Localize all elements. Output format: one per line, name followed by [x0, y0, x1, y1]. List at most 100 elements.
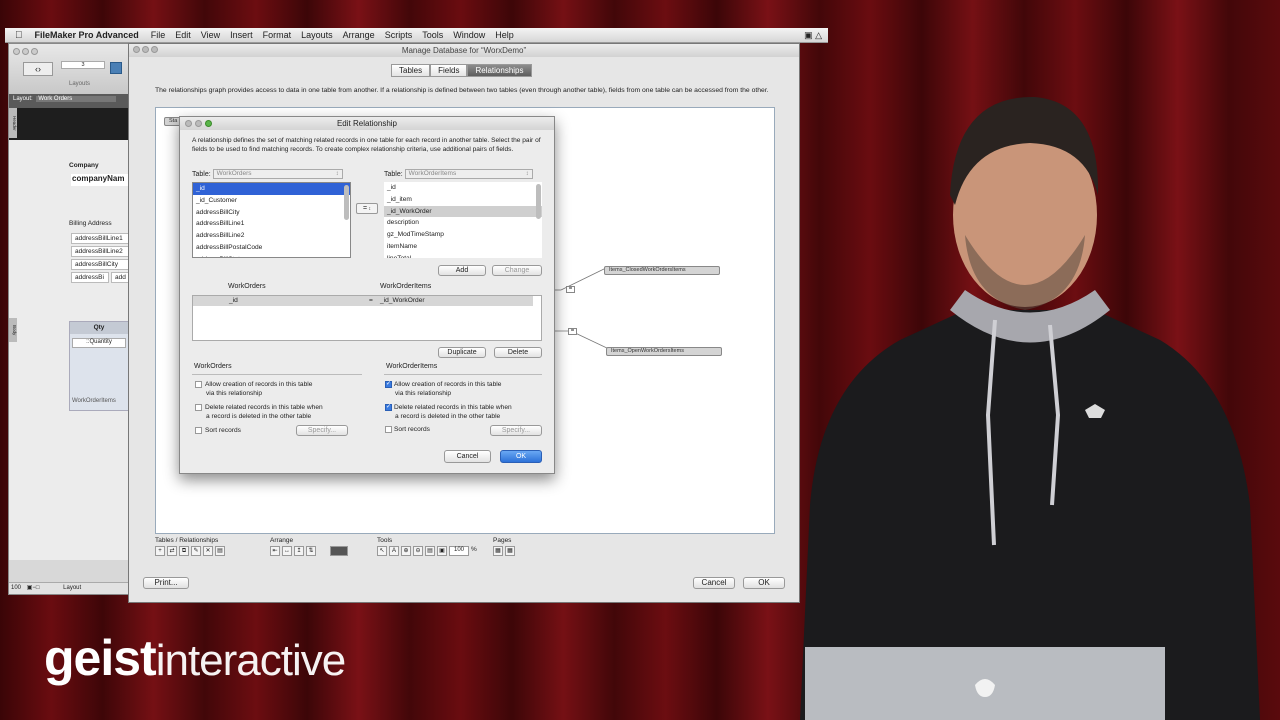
align-center-icon[interactable]: ↔	[282, 546, 292, 556]
duplicate-icon[interactable]: ⧉	[179, 546, 189, 556]
distribute-icon[interactable]: ⇅	[306, 546, 316, 556]
menu-format[interactable]: Format	[263, 30, 292, 40]
list-item[interactable]: lineTotal	[384, 253, 542, 258]
zoom-field[interactable]: 100	[449, 546, 469, 556]
list-item[interactable]: itemName	[384, 241, 542, 253]
ok-button[interactable]: OK	[743, 577, 785, 589]
page-breaks-icon[interactable]: ▦	[505, 546, 515, 556]
pointer-icon[interactable]: ↖	[377, 546, 387, 556]
table-occurrence-open-items[interactable]: Items_OpenWorkOrdersItems	[606, 347, 722, 356]
right-sort-checkbox[interactable]	[385, 426, 392, 433]
note-icon[interactable]: ▤	[215, 546, 225, 556]
delete-button[interactable]: Delete	[494, 347, 542, 358]
zoom-in-icon[interactable]: ⊕	[401, 546, 411, 556]
duplicate-button[interactable]: Duplicate	[438, 347, 486, 358]
list-item[interactable]: _id_item	[384, 194, 542, 206]
align-left-icon[interactable]: ⇤	[270, 546, 280, 556]
relationship-icon[interactable]: =	[566, 286, 575, 293]
quantity-field[interactable]: ::Quantity	[72, 338, 126, 348]
collapse-icon[interactable]: ▤	[425, 546, 435, 556]
left-field-list[interactable]: _id _id_Customer addressBillCity address…	[192, 182, 351, 258]
menu-window[interactable]: Window	[453, 30, 485, 40]
change-button[interactable]: Change	[492, 265, 542, 276]
tab-relationships[interactable]: Relationships	[467, 64, 532, 77]
zoom-out-icon[interactable]: ⊖	[413, 546, 423, 556]
relationship-pairs-table[interactable]: _id = _id_WorkOrder	[192, 295, 542, 341]
print-button[interactable]: Print...	[143, 577, 189, 589]
scrollbar[interactable]	[536, 184, 541, 219]
address-line2-field[interactable]: addressBillLine2	[71, 246, 129, 257]
minimize-icon[interactable]	[195, 120, 202, 127]
left-allow-create-checkbox[interactable]	[195, 381, 202, 388]
right-field-list[interactable]: _id _id_item _id_WorkOrder description g…	[384, 182, 542, 258]
address-line1-field[interactable]: addressBillLine1	[71, 233, 129, 244]
text-icon[interactable]: A	[389, 546, 399, 556]
menu-file[interactable]: File	[151, 30, 166, 40]
cancel-button[interactable]: Cancel	[693, 577, 735, 589]
menu-insert[interactable]: Insert	[230, 30, 253, 40]
portal[interactable]: Qty ::Quantity WorkOrderItems	[69, 321, 129, 411]
layout-selector[interactable]: Work Orders	[36, 96, 117, 102]
menu-tools[interactable]: Tools	[422, 30, 443, 40]
color-swatch-icon[interactable]	[330, 546, 348, 556]
left-table-select[interactable]: WorkOrders	[212, 169, 343, 179]
tab-tables[interactable]: Tables	[391, 64, 431, 77]
list-item[interactable]: addressBillLine2	[193, 230, 350, 242]
list-item[interactable]: gz_ModTimeStamp	[384, 229, 542, 241]
fit-icon[interactable]: ▣	[437, 546, 447, 556]
list-item[interactable]: description	[384, 217, 542, 229]
new-record-icon[interactable]	[110, 62, 122, 74]
zoom-icon[interactable]	[205, 120, 212, 127]
add-button[interactable]: Add	[438, 265, 486, 276]
add-relationship-icon[interactable]: ⇄	[167, 546, 177, 556]
relationship-icon[interactable]: =	[568, 328, 577, 335]
list-item[interactable]: addressBillCity	[193, 207, 350, 219]
delete-icon[interactable]: ✕	[203, 546, 213, 556]
menu-arrange[interactable]: Arrange	[343, 30, 375, 40]
zoom-level[interactable]: 100	[11, 585, 21, 591]
list-item[interactable]: addressBillState	[193, 254, 350, 257]
menu-edit[interactable]: Edit	[175, 30, 191, 40]
list-item[interactable]: _id	[193, 183, 350, 195]
left-sort-checkbox[interactable]	[195, 427, 202, 434]
list-item[interactable]: _id	[384, 182, 542, 194]
left-delete-related-checkbox[interactable]	[195, 404, 202, 411]
tab-fields[interactable]: Fields	[430, 64, 468, 77]
left-specify-button[interactable]: Specify...	[296, 425, 348, 436]
mode-label[interactable]: Layout	[63, 585, 81, 591]
screen-record-icon[interactable]: ▣ △	[804, 30, 822, 41]
record-navigation-arrows[interactable]: ‹›	[23, 62, 53, 76]
right-table-select[interactable]: WorkOrderItems	[404, 169, 533, 179]
right-specify-button[interactable]: Specify...	[490, 425, 542, 436]
record-number-field[interactable]: 3	[61, 61, 105, 69]
address-postal-field[interactable]: add	[111, 272, 129, 283]
operator-select[interactable]: = ↕	[356, 203, 378, 214]
close-icon[interactable]	[185, 120, 192, 127]
list-item[interactable]: _id_Customer	[193, 195, 350, 207]
list-item[interactable]: addressBillPostalCode	[193, 242, 350, 254]
table-occurrence-closed-items[interactable]: Items_ClosedWorkOrdersItems	[604, 266, 720, 275]
add-table-icon[interactable]: +	[155, 546, 165, 556]
align-top-icon[interactable]: ↥	[294, 546, 304, 556]
window-buttons[interactable]	[13, 48, 39, 57]
page-setup-icon[interactable]: ▦	[493, 546, 503, 556]
edit-icon[interactable]: ✎	[191, 546, 201, 556]
address-city-field[interactable]: addressBillCity	[71, 259, 129, 270]
list-item[interactable]: addressBillLine1	[193, 218, 350, 230]
address-state-field[interactable]: addressBi	[71, 272, 109, 283]
company-field[interactable]: companyNam	[71, 174, 129, 186]
menu-scripts[interactable]: Scripts	[385, 30, 413, 40]
zoom-icons[interactable]: ▣−□	[27, 585, 40, 591]
scrollbar[interactable]	[344, 185, 349, 220]
right-allow-create-checkbox[interactable]: ✓	[385, 381, 392, 388]
app-menu[interactable]: FileMaker Pro Advanced	[35, 30, 139, 40]
menu-view[interactable]: View	[201, 30, 220, 40]
header-part-tab[interactable]: Header	[9, 108, 17, 138]
right-delete-related-checkbox[interactable]: ✓	[385, 404, 392, 411]
table-row[interactable]: _id = _id_WorkOrder	[193, 296, 533, 306]
menu-layouts[interactable]: Layouts	[301, 30, 333, 40]
window-buttons[interactable]	[133, 46, 159, 55]
cancel-button[interactable]: Cancel	[444, 450, 491, 463]
apple-icon[interactable]: 	[15, 30, 23, 41]
list-item[interactable]: _id_WorkOrder	[384, 205, 542, 218]
